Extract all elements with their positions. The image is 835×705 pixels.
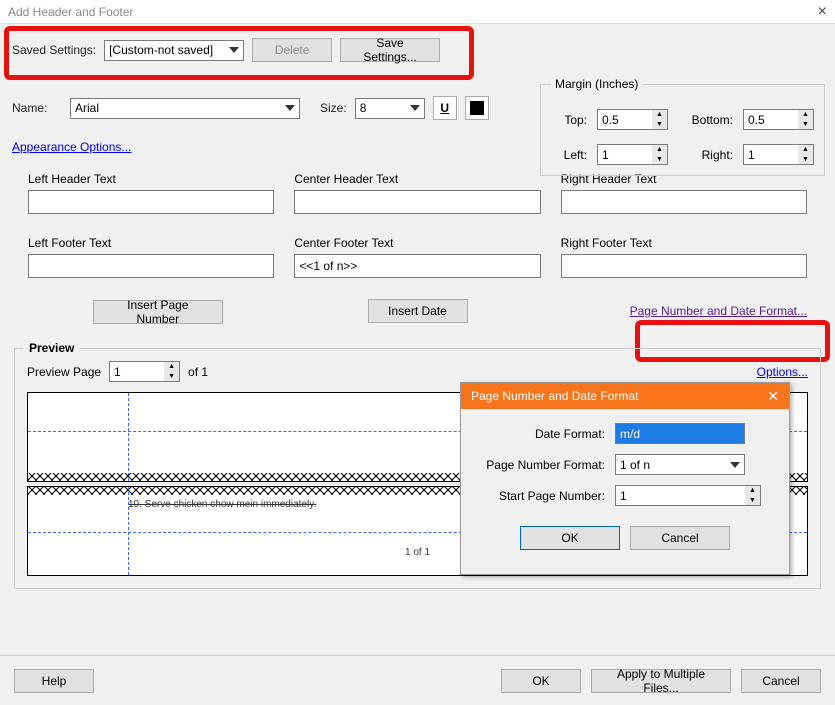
- left-footer-label: Left Footer Text: [28, 236, 274, 250]
- apply-multiple-button[interactable]: Apply to Multiple Files...: [591, 669, 731, 693]
- font-name-dropdown[interactable]: Arial: [70, 98, 300, 119]
- margin-left-input[interactable]: ▲▼: [597, 144, 668, 165]
- popup-close-icon[interactable]: ✕: [767, 388, 779, 405]
- popup-title-text: Page Number and Date Format: [471, 389, 638, 403]
- margin-group: Margin (Inches) Top: ▲▼ Bottom: ▲▼ Left:…: [540, 84, 825, 176]
- margin-bottom-label: Bottom:: [678, 113, 733, 127]
- page-number-date-format-dialog: Page Number and Date Format ✕ Date Forma…: [460, 382, 790, 575]
- font-color-button[interactable]: [465, 96, 489, 120]
- margin-right-label: Right:: [678, 148, 733, 162]
- preview-page-input[interactable]: ▲▼: [109, 361, 180, 382]
- popup-titlebar: Page Number and Date Format ✕: [461, 383, 789, 409]
- left-header-input[interactable]: [28, 190, 274, 214]
- preview-page-label: Preview Page: [27, 365, 101, 379]
- saved-settings-dropdown[interactable]: [Custom-not saved]: [104, 40, 244, 61]
- help-button[interactable]: Help: [14, 669, 94, 693]
- font-size-label: Size:: [320, 101, 347, 115]
- underline-button[interactable]: U: [433, 96, 457, 120]
- margin-group-title: Margin (Inches): [551, 77, 642, 91]
- center-header-input[interactable]: [294, 190, 540, 214]
- margin-top-input[interactable]: ▲▼: [597, 109, 668, 130]
- titlebar: Add Header and Footer ×: [0, 0, 835, 24]
- font-size-dropdown[interactable]: 8: [355, 98, 425, 119]
- preview-footer-sample: 1 of 1: [405, 547, 430, 558]
- date-format-label: Date Format:: [475, 427, 615, 441]
- preview-title: Preview: [23, 341, 80, 355]
- save-settings-button[interactable]: Save Settings...: [340, 38, 440, 62]
- page-number-date-format-link[interactable]: Page Number and Date Format...: [630, 304, 807, 318]
- page-number-format-dropdown[interactable]: 1 of n: [615, 454, 745, 475]
- ok-button[interactable]: OK: [501, 669, 581, 693]
- start-page-number-input[interactable]: ▲▼: [615, 485, 761, 506]
- center-footer-input[interactable]: [294, 254, 540, 278]
- margin-bottom-input[interactable]: ▲▼: [743, 109, 814, 130]
- insert-date-button[interactable]: Insert Date: [368, 299, 468, 323]
- preview-sample-text: 10. Serve chicken chow mein immediately.: [128, 499, 316, 510]
- page-range-options-link[interactable]: Options...: [757, 365, 808, 379]
- preview-of-label: of 1: [188, 365, 208, 379]
- left-footer-input[interactable]: [28, 254, 274, 278]
- page-number-format-label: Page Number Format:: [475, 458, 615, 472]
- center-footer-label: Center Footer Text: [294, 236, 540, 250]
- right-header-input[interactable]: [561, 190, 807, 214]
- dialog-button-bar: Help OK Apply to Multiple Files... Cance…: [0, 655, 835, 705]
- right-footer-label: Right Footer Text: [561, 236, 807, 250]
- insert-page-number-button[interactable]: Insert Page Number: [93, 300, 223, 324]
- margin-right-input[interactable]: ▲▼: [743, 144, 814, 165]
- start-page-number-label: Start Page Number:: [475, 489, 615, 503]
- date-format-dropdown[interactable]: m/d: [615, 423, 745, 444]
- saved-settings-label: Saved Settings:: [12, 43, 96, 57]
- right-footer-input[interactable]: [561, 254, 807, 278]
- popup-cancel-button[interactable]: Cancel: [630, 526, 730, 550]
- cancel-button[interactable]: Cancel: [741, 669, 821, 693]
- delete-button[interactable]: Delete: [252, 38, 332, 62]
- margin-top-label: Top:: [551, 113, 587, 127]
- window-title: Add Header and Footer: [8, 5, 133, 19]
- appearance-options-link[interactable]: Appearance Options...: [12, 140, 131, 154]
- center-header-label: Center Header Text: [294, 172, 540, 186]
- left-header-label: Left Header Text: [28, 172, 274, 186]
- font-name-label: Name:: [12, 101, 62, 115]
- margin-left-label: Left:: [551, 148, 587, 162]
- close-icon[interactable]: ×: [818, 3, 827, 21]
- popup-ok-button[interactable]: OK: [520, 526, 620, 550]
